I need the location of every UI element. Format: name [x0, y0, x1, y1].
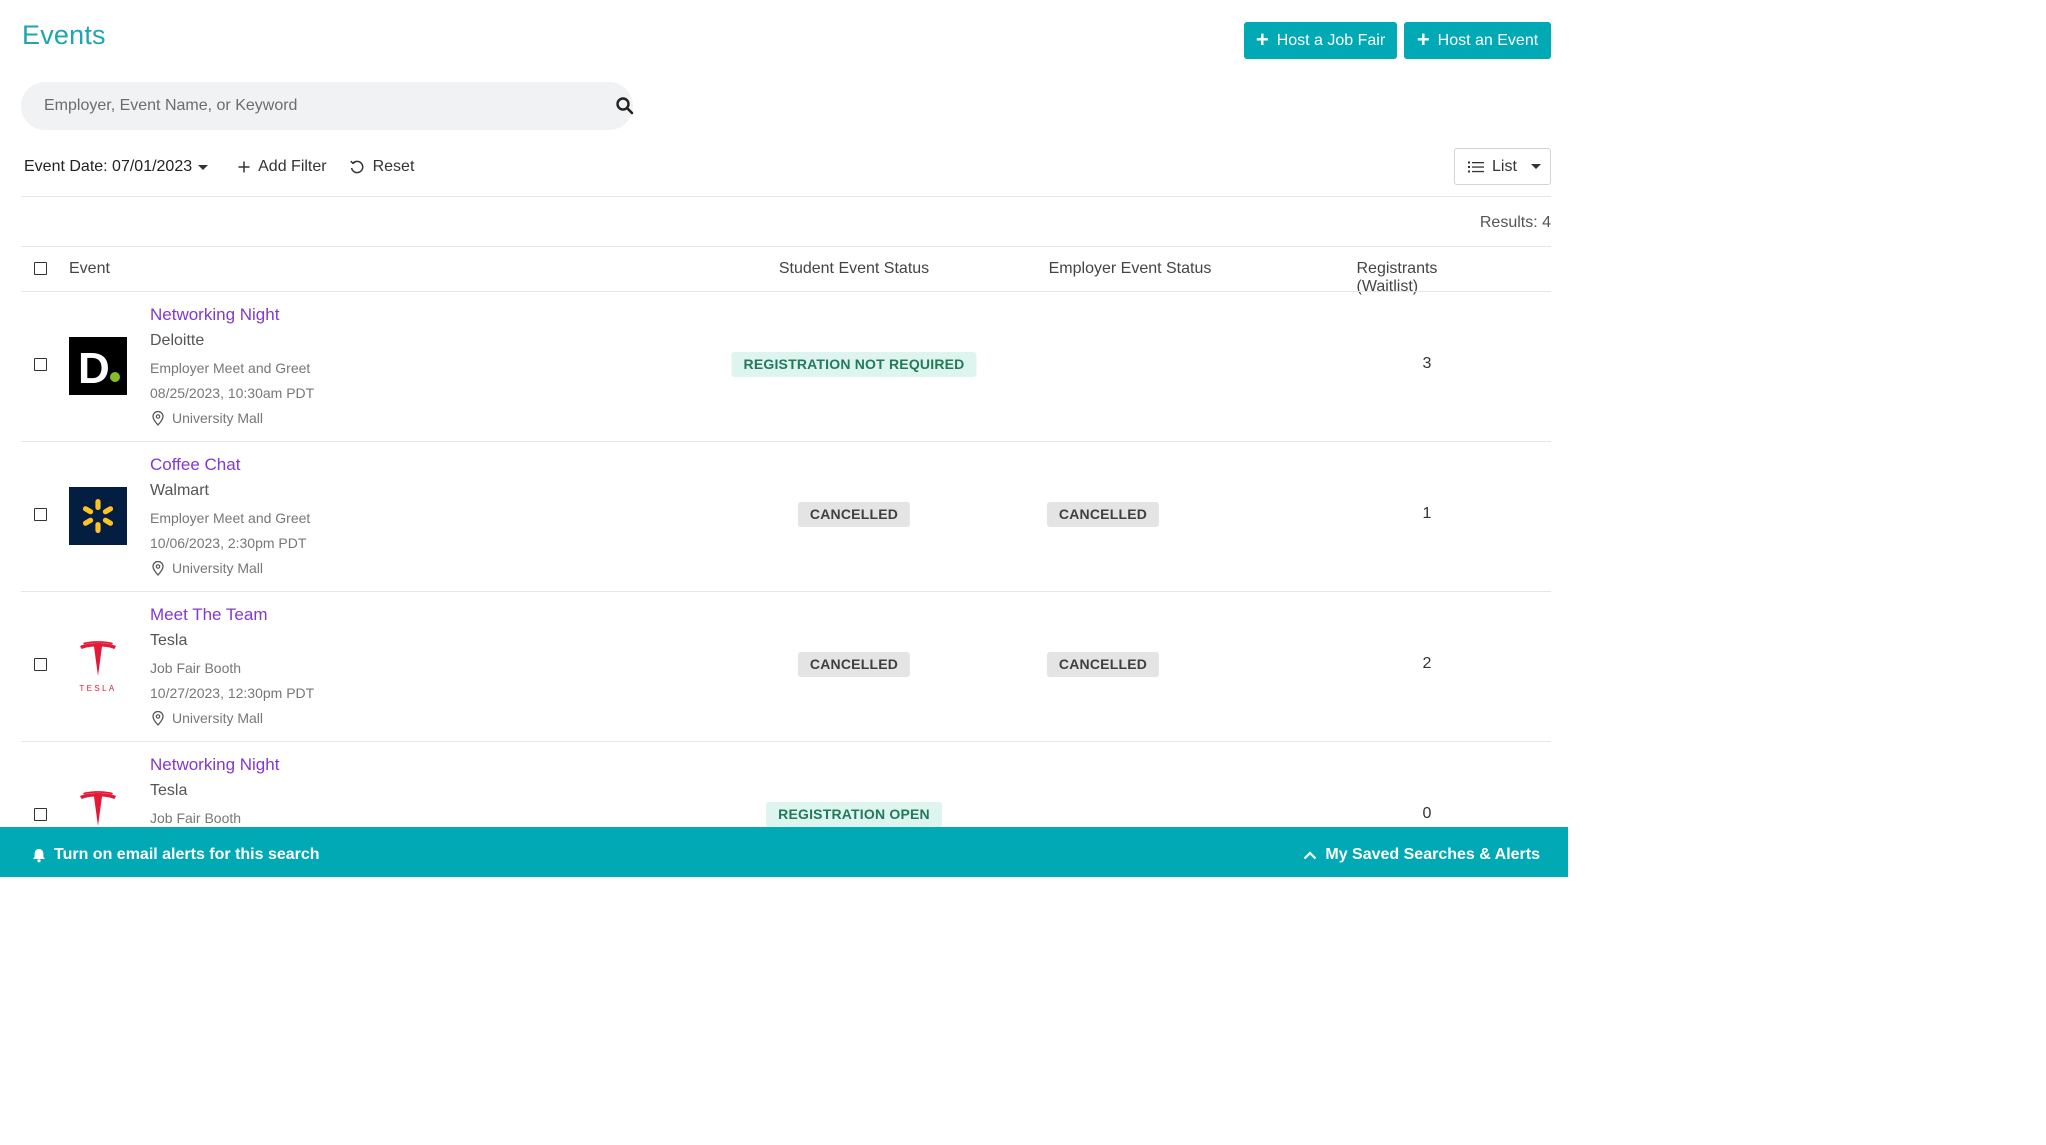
table-row: TESLA Meet The Team Tesla Job Fair Booth…	[0, 591, 1568, 741]
tesla-logo: TESLA	[69, 637, 127, 695]
registrants-count: 1	[1422, 505, 1432, 522]
search-input[interactable]	[21, 82, 581, 130]
reset-label: Reset	[372, 158, 415, 175]
deloitte-letter: D	[78, 344, 110, 393]
event-date: 10/06/2023, 2:30pm PDT	[150, 535, 307, 551]
filter-bar: Event Date: 07/01/2023 Add Filter Reset	[24, 156, 414, 178]
email-alerts-label: Turn on email alerts for this search	[54, 846, 320, 863]
column-header-event[interactable]: Event	[69, 260, 110, 278]
view-select[interactable]: List	[1454, 148, 1551, 185]
event-location: University Mall	[152, 410, 263, 426]
event-title-link[interactable]: Networking Night	[150, 305, 279, 325]
view-select-label: List	[1492, 157, 1517, 175]
location-pin-icon	[152, 560, 164, 576]
list-icon	[1468, 161, 1484, 172]
registrants-count: 3	[1422, 355, 1432, 372]
search-bar	[21, 82, 635, 130]
event-location-label: University Mall	[172, 710, 264, 726]
event-type: Employer Meet and Greet	[150, 360, 311, 376]
page-title: Events	[22, 20, 106, 50]
event-title-link[interactable]: Networking Night	[150, 755, 279, 775]
event-date-filter[interactable]: Event Date: 07/01/2023	[24, 158, 209, 176]
student-status-badge: REGISTRATION OPEN	[766, 802, 942, 827]
results-count: Results: 4	[1479, 214, 1551, 231]
event-type: Job Fair Booth	[150, 660, 242, 676]
deloitte-logo: D	[69, 337, 127, 395]
student-status-badge: REGISTRATION NOT REQUIRED	[731, 352, 977, 377]
divider	[21, 246, 1551, 247]
table-row: Coffee Chat Walmart Employer Meet and Gr…	[0, 441, 1568, 591]
location-pin-icon	[152, 710, 164, 726]
event-type: Job Fair Booth	[150, 810, 242, 826]
employer-name: Walmart	[150, 482, 209, 499]
reset-button[interactable]: Reset	[349, 158, 415, 176]
plus-icon: +	[1416, 26, 1430, 52]
search-alerts-footer: Turn on email alerts for this search My …	[0, 827, 1568, 877]
host-event-button[interactable]: + Host an Event	[1404, 22, 1551, 59]
saved-searches-toggle[interactable]: My Saved Searches & Alerts	[1303, 846, 1540, 864]
walmart-logo	[69, 487, 127, 545]
column-header-employer-status[interactable]: Employer Event Status	[1049, 260, 1212, 278]
chevron-up-icon	[1304, 850, 1317, 859]
reset-icon	[349, 160, 364, 174]
host-job-fair-button[interactable]: + Host a Job Fair	[1244, 22, 1397, 59]
row-checkbox[interactable]	[34, 358, 47, 371]
host-job-fair-label: Host a Job Fair	[1276, 31, 1386, 49]
student-status-badge: CANCELLED	[797, 652, 911, 677]
event-title-link[interactable]: Meet The Team	[150, 605, 268, 625]
plus-icon	[238, 161, 250, 173]
registrants-count: 0	[1422, 805, 1432, 822]
host-event-label: Host an Event	[1437, 31, 1539, 49]
event-location-label: University Mall	[172, 410, 264, 426]
row-checkbox[interactable]	[34, 808, 47, 821]
search-icon[interactable]	[615, 96, 635, 116]
event-title-link[interactable]: Coffee Chat	[150, 455, 240, 475]
table-row: D Networking Night Deloitte Employer Mee…	[0, 291, 1568, 441]
caret-down-icon	[198, 164, 209, 170]
divider	[21, 196, 1551, 197]
event-date: 08/25/2023, 10:30am PDT	[150, 385, 315, 401]
add-filter-button[interactable]: Add Filter	[238, 158, 327, 176]
employer-status-badge: CANCELLED	[1046, 502, 1160, 527]
row-checkbox[interactable]	[34, 508, 47, 521]
bell-icon	[33, 848, 45, 862]
tesla-wordmark: TESLA	[79, 684, 116, 693]
location-pin-icon	[152, 410, 164, 426]
plus-icon: +	[1255, 26, 1269, 52]
event-location: University Mall	[152, 560, 263, 576]
caret-down-icon	[1530, 164, 1541, 169]
event-location: University Mall	[152, 710, 263, 726]
row-checkbox[interactable]	[34, 658, 47, 671]
select-all-checkbox[interactable]	[34, 262, 47, 275]
event-type: Employer Meet and Greet	[150, 510, 311, 526]
add-filter-label: Add Filter	[258, 158, 327, 175]
employer-name: Tesla	[150, 632, 188, 649]
employer-name: Tesla	[150, 782, 188, 799]
employer-name: Deloitte	[150, 332, 205, 349]
event-date: 10/27/2023, 12:30pm PDT	[150, 685, 315, 701]
employer-status-badge: CANCELLED	[1046, 652, 1160, 677]
saved-searches-label: My Saved Searches & Alerts	[1325, 846, 1540, 863]
email-alerts-toggle[interactable]: Turn on email alerts for this search	[32, 846, 320, 864]
registrants-count: 2	[1422, 655, 1432, 672]
event-date-filter-label: Event Date: 07/01/2023	[24, 158, 193, 175]
event-location-label: University Mall	[172, 560, 264, 576]
student-status-badge: CANCELLED	[797, 502, 911, 527]
column-header-student-status[interactable]: Student Event Status	[779, 260, 929, 278]
